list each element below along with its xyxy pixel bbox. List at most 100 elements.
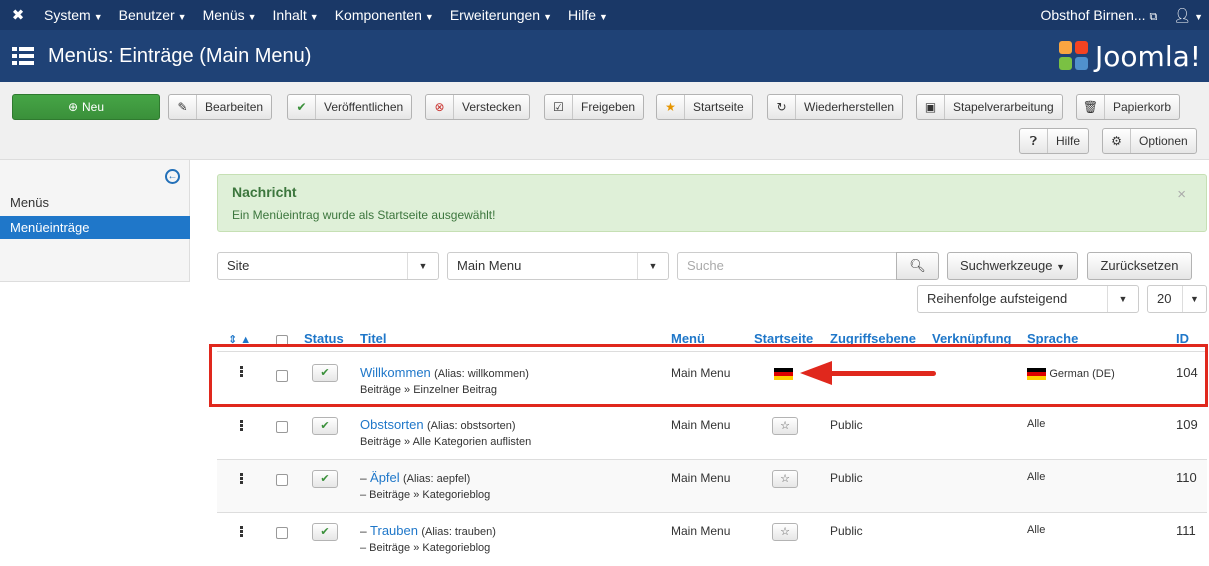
caret-down-icon: ▼ (177, 12, 187, 22)
edit-icon: ✎ (169, 95, 197, 119)
rebuild-button[interactable]: ↻ Wiederherstellen (767, 94, 904, 120)
ordering-select[interactable]: Reihenfolge aufsteigend ▼ (917, 285, 1139, 313)
table-row: ✔ Obstsorten (Alias: obstsorten) Beiträg… (217, 407, 1207, 460)
menu-extensions-label: Erweiterungen (449, 7, 541, 23)
search-input[interactable]: Suche (677, 252, 897, 280)
square-icon: ▣ (917, 95, 945, 119)
new-button-label: Neu (82, 100, 105, 114)
list-icon (12, 47, 34, 65)
options-button[interactable]: ⚙ Optionen (1102, 128, 1197, 154)
question-circle-icon: ❓︎ (1020, 129, 1048, 153)
row-alias: (Alias: trauben) (421, 526, 496, 538)
row-title-link[interactable]: Äpfel (370, 470, 400, 485)
checkin-button[interactable]: ☑ Freigeben (544, 94, 645, 120)
publish-button[interactable]: ✔ Veröffentlichen (287, 94, 413, 120)
sidebar-toggle-icon[interactable]: ← (165, 169, 180, 184)
joomla-menu-icon[interactable]: ✖ (0, 6, 36, 24)
trash-icon: 🗑︎ (1077, 95, 1105, 119)
star-icon[interactable]: ☆ (772, 417, 798, 435)
row-menu: Main Menu (671, 524, 731, 538)
row-menu: Main Menu (671, 471, 731, 485)
menu-extensions[interactable]: Erweiterungen ▼ (442, 7, 560, 23)
check-icon: ✔ (288, 95, 316, 119)
sidebar-item-menus[interactable]: Menüs (0, 191, 190, 214)
row-alias: (Alias: obstsorten) (426, 420, 516, 432)
row-checkbox[interactable] (276, 527, 288, 539)
published-check-icon[interactable]: ✔ (312, 470, 338, 488)
edit-button[interactable]: ✎ Bearbeiten (168, 94, 273, 120)
row-title-cell: – Äpfel (Alias: aepfel) (360, 470, 470, 485)
batch-button-label: Stapelverarbeitung (953, 100, 1054, 114)
published-check-icon[interactable]: ✔ (312, 417, 338, 435)
caret-down-icon: ▼ (247, 12, 257, 22)
client-select[interactable]: Site ▼ (217, 252, 439, 280)
row-language: Alle (1027, 524, 1046, 536)
close-icon[interactable]: × (1177, 186, 1186, 203)
batch-button[interactable]: ▣ Stapelverarbeitung (916, 94, 1063, 120)
row-access: Public (830, 524, 863, 538)
options-button-label: Optionen (1139, 134, 1188, 148)
row-alias: (Alias: aepfel) (403, 473, 471, 485)
caret-down-icon: ▼ (93, 12, 103, 22)
user-menu[interactable]: 👤︎ ▼ (1165, 7, 1209, 24)
menu-system[interactable]: System ▼ (36, 7, 111, 23)
menu-users[interactable]: Benutzer ▼ (111, 7, 195, 23)
search-tools-button[interactable]: Suchwerkzeuge ▼ (947, 252, 1078, 280)
new-button[interactable]: ⊕ Neu (12, 94, 160, 120)
drag-handle-icon[interactable] (240, 526, 243, 538)
table-row: ✔ – Trauben (Alias: trauben) – Beiträge … (217, 513, 1207, 566)
row-checkbox[interactable] (276, 421, 288, 433)
external-link-icon: ⧉ (1149, 10, 1158, 23)
caret-down-icon: ▼ (543, 12, 553, 22)
menu-help[interactable]: Hilfe ▼ (560, 7, 616, 23)
search-tools-label: Suchwerkzeuge (959, 258, 1053, 273)
home-button[interactable]: ★ Startseite (656, 94, 753, 120)
checkbox-icon: ☑ (545, 95, 573, 119)
caret-down-icon: ▼ (407, 253, 438, 279)
help-button-label: Hilfe (1056, 134, 1081, 148)
row-language: Alle (1027, 471, 1046, 483)
row-id: 109 (1176, 417, 1198, 432)
help-button[interactable]: ❓︎ Hilfe (1019, 128, 1090, 154)
caret-down-icon: ▼ (1182, 286, 1206, 312)
row-type: – Beiträge » Kategorieblog (360, 542, 491, 554)
menu-menus[interactable]: Menüs ▼ (195, 7, 265, 23)
site-link[interactable]: Obsthof Birnen... ⧉ (1032, 7, 1165, 24)
menu-select[interactable]: Main Menu ▼ (447, 252, 669, 280)
row-language: Alle (1027, 418, 1046, 430)
page-title: Menüs: Einträge (Main Menu) (48, 44, 312, 67)
edit-button-label: Bearbeiten (205, 100, 264, 114)
message-text: Ein Menüeintrag wurde als Startseite aus… (232, 208, 496, 222)
limit-select[interactable]: 20 ▼ (1147, 285, 1207, 313)
sidebar-item-menu-items[interactable]: Menüeinträge (0, 216, 190, 239)
row-title-link[interactable]: Trauben (370, 523, 418, 538)
checkin-button-label: Freigeben (581, 100, 636, 114)
menu-content[interactable]: Inhalt ▼ (265, 7, 327, 23)
menu-components[interactable]: Komponenten ▼ (327, 7, 442, 23)
row-level-prefix: – (360, 471, 367, 485)
menu-users-label: Benutzer (118, 7, 175, 23)
published-check-icon[interactable]: ✔ (312, 523, 338, 541)
unpublish-button[interactable]: ⊗ Verstecken (425, 94, 531, 120)
top-navbar: ✖ System ▼ Benutzer ▼ Menüs ▼ Inhalt ▼ Kompo… (0, 0, 1209, 30)
row-menu: Main Menu (671, 418, 731, 432)
row-title-link[interactable]: Obstsorten (360, 417, 424, 432)
search-button[interactable]: 🔍︎ (896, 252, 939, 280)
joomla-logo: Joomla! (1059, 40, 1201, 73)
reset-button[interactable]: Zurücksetzen (1087, 252, 1192, 280)
row-id: 110 (1176, 470, 1197, 485)
rebuild-button-label: Wiederherstellen (804, 100, 895, 114)
caret-down-icon: ▼ (1107, 286, 1138, 312)
menu-components-label: Komponenten (334, 7, 422, 23)
row-checkbox[interactable] (276, 474, 288, 486)
annotation-arrow-shaft (826, 371, 936, 376)
drag-handle-icon[interactable] (240, 473, 243, 485)
star-icon[interactable]: ☆ (772, 523, 798, 541)
drag-handle-icon[interactable] (240, 420, 243, 432)
trash-button-label: Papierkorb (1113, 100, 1172, 114)
ordering-select-value: Reihenfolge aufsteigend (927, 291, 1068, 306)
trash-button[interactable]: 🗑︎ Papierkorb (1076, 94, 1181, 120)
joomla-logo-text: Joomla! (1095, 39, 1201, 73)
row-title-cell: – Trauben (Alias: trauben) (360, 523, 496, 538)
star-icon[interactable]: ☆ (772, 470, 798, 488)
